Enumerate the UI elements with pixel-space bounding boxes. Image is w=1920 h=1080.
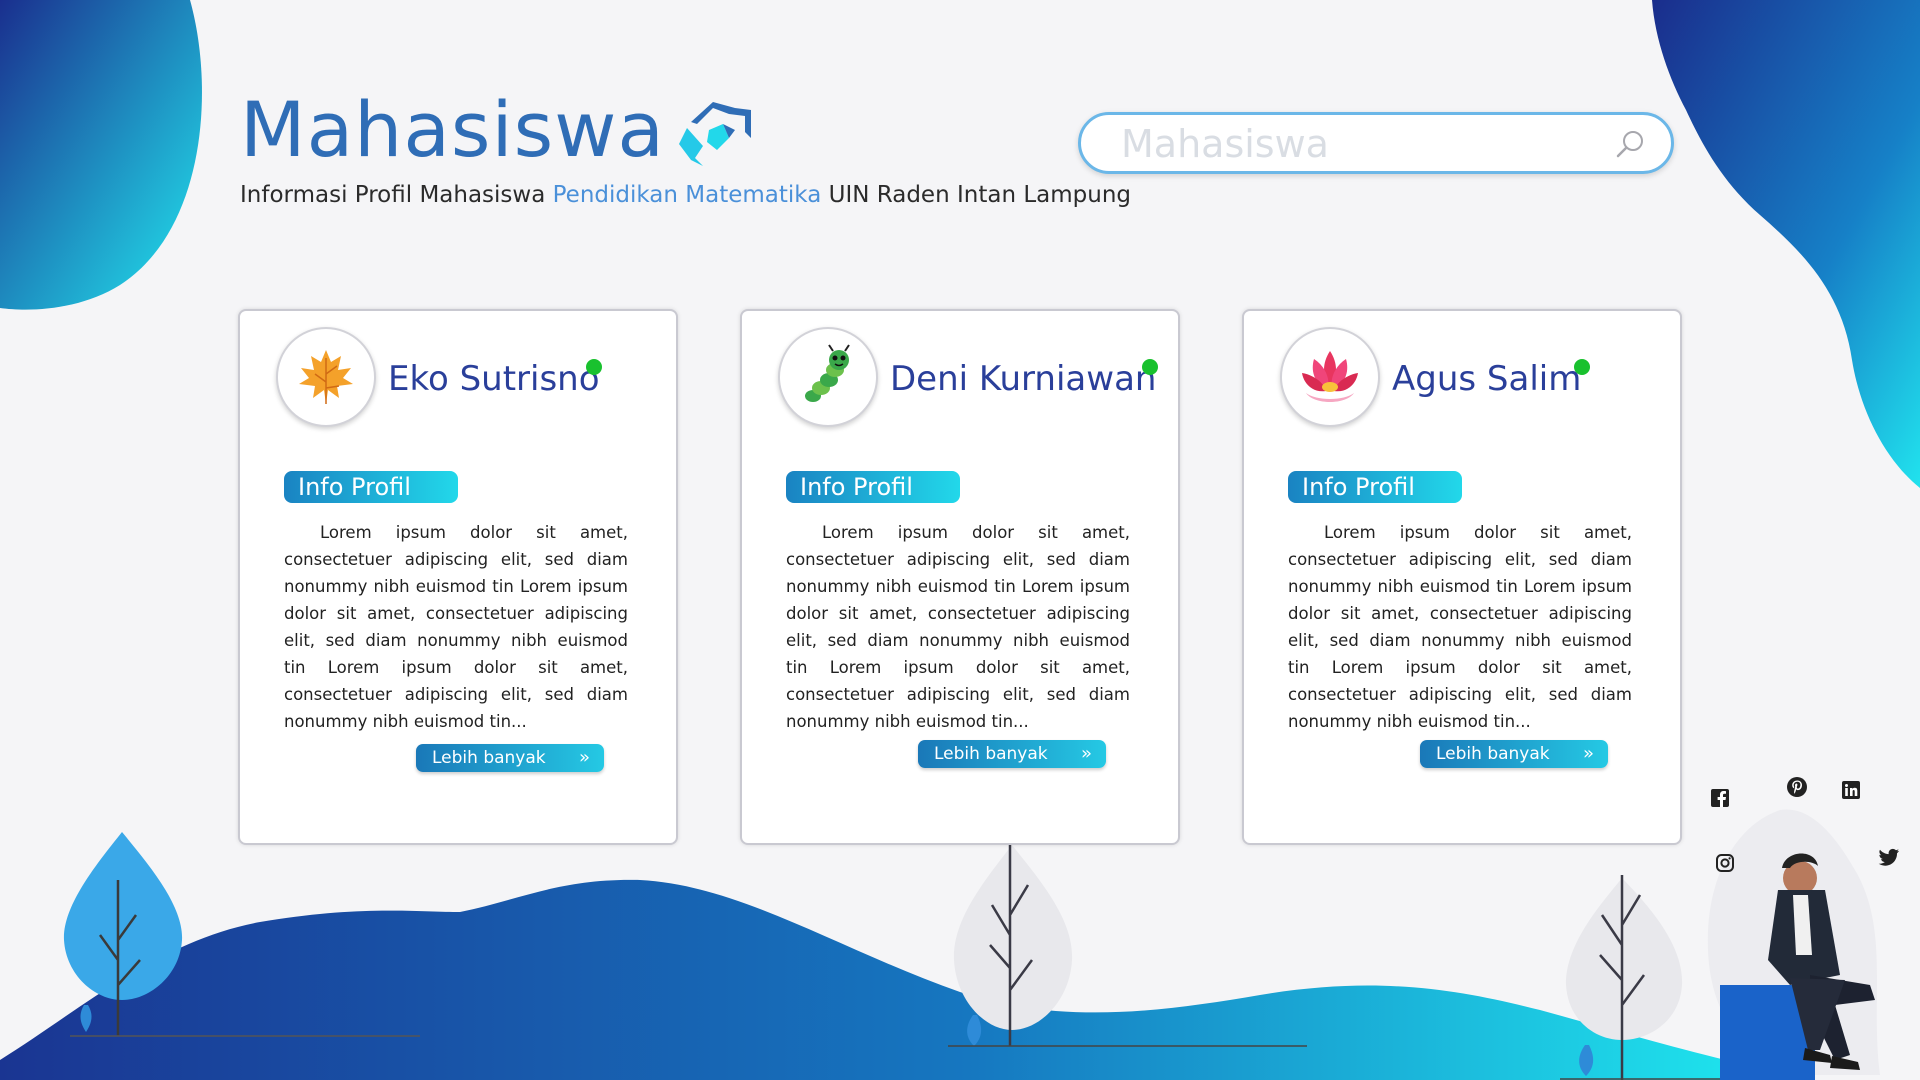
profile-card: Deni Kurniawan Info Profil Lorem ipsum d… — [740, 309, 1180, 845]
online-status-dot — [586, 359, 602, 375]
pinterest-icon[interactable] — [1786, 776, 1808, 798]
more-button[interactable]: Lebih banyak » — [1420, 740, 1608, 768]
info-profile-badge: Info Profil — [284, 471, 458, 503]
tree-left — [63, 832, 183, 1000]
twitter-icon[interactable] — [1878, 846, 1900, 868]
subtitle-text: Informasi Profil Mahasiswa — [240, 182, 553, 208]
info-profile-badge: Info Profil — [786, 471, 960, 503]
avatar — [276, 327, 376, 427]
maple-leaf-icon — [299, 350, 353, 404]
profile-description: Lorem ipsum dolor sit amet, consectetuer… — [786, 523, 1130, 731]
student-name: Agus Salim — [1392, 359, 1582, 399]
more-button[interactable]: Lebih banyak » — [416, 744, 604, 772]
more-button-label: Lebih banyak — [1436, 744, 1550, 764]
lotus-icon — [1302, 351, 1358, 402]
search-input[interactable] — [1119, 121, 1593, 167]
page-title: Mahasiswa — [240, 85, 665, 174]
tree-middle — [953, 845, 1073, 1030]
profile-card: Agus Salim Info Profil Lorem ipsum dolor… — [1242, 309, 1682, 845]
page-subtitle: Informasi Profil Mahasiswa Pendidikan Ma… — [240, 182, 1131, 208]
profile-card: Eko Sutrisno Info Profil Lorem ipsum dol… — [238, 309, 678, 845]
caterpillar-icon — [805, 344, 850, 402]
linkedin-icon[interactable] — [1840, 779, 1862, 801]
double-chevron-right-icon: » — [1582, 743, 1594, 764]
brand-logo-icon — [678, 102, 751, 166]
tree-right — [1565, 878, 1683, 1040]
more-button[interactable]: Lebih banyak » — [918, 740, 1106, 768]
facebook-icon[interactable] — [1709, 787, 1731, 809]
instagram-icon[interactable] — [1714, 852, 1736, 874]
profile-description: Lorem ipsum dolor sit amet, consectetuer… — [284, 523, 628, 731]
profile-description: Lorem ipsum dolor sit amet, consectetuer… — [1288, 523, 1632, 731]
brand: Mahasiswa — [240, 92, 757, 168]
avatar — [1280, 327, 1380, 427]
avatar — [778, 327, 878, 427]
more-button-label: Lebih banyak — [934, 744, 1048, 764]
search-icon[interactable] — [1615, 129, 1645, 159]
more-button-label: Lebih banyak — [432, 748, 546, 768]
student-name: Deni Kurniawan — [890, 359, 1157, 399]
subtitle-accent: Pendidikan Matematika — [552, 182, 822, 208]
subtitle-text-end: UIN Raden Intan Lampung — [821, 182, 1131, 208]
online-status-dot — [1574, 359, 1590, 375]
search-box — [1078, 112, 1674, 174]
double-chevron-right-icon: » — [1080, 743, 1092, 764]
online-status-dot — [1142, 359, 1158, 375]
double-chevron-right-icon: » — [578, 747, 590, 768]
info-profile-badge: Info Profil — [1288, 471, 1462, 503]
student-name: Eko Sutrisno — [388, 359, 600, 399]
